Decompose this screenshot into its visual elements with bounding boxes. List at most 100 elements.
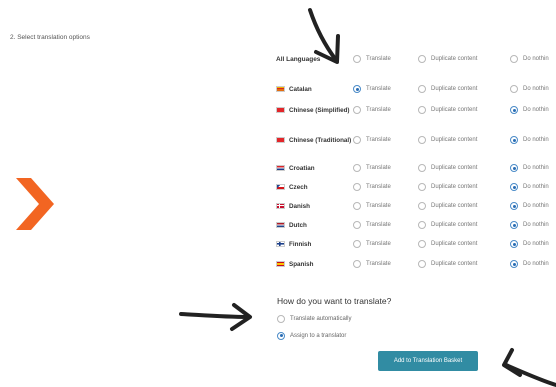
translate-automatically-radio[interactable]: [277, 314, 285, 323]
arrow-down-icon: [308, 8, 340, 64]
duplicate-radio[interactable]: [418, 106, 426, 114]
duplicate-radio[interactable]: [418, 85, 426, 93]
translate-radio[interactable]: [353, 106, 361, 114]
language-label: Czech: [276, 180, 352, 194]
do-nothing-radio[interactable]: [510, 106, 518, 114]
do-nothing-radio[interactable]: [510, 183, 518, 191]
flag-icon: [276, 203, 285, 209]
duplicate-radio[interactable]: [418, 240, 426, 248]
option-label: Translate: [366, 261, 391, 267]
option-label: Duplicate content: [431, 261, 478, 267]
translate-option[interactable]: Translate: [353, 199, 391, 213]
do-nothing-option[interactable]: Do nothin: [510, 199, 549, 213]
flag-icon: [276, 137, 285, 143]
duplicate-radio[interactable]: [418, 202, 426, 210]
do-nothing-option[interactable]: Do nothin: [510, 133, 549, 147]
option-label: Translate: [366, 86, 391, 92]
duplicate-option[interactable]: Duplicate content: [418, 180, 477, 194]
all-duplicate-radio[interactable]: [418, 55, 426, 63]
option-label: Translate: [366, 203, 391, 209]
do-nothing-radio[interactable]: [510, 260, 518, 268]
option-label: Do nothin: [523, 241, 549, 247]
language-label: Chinese (Traditional): [276, 133, 352, 147]
option-label: Do nothin: [523, 86, 549, 92]
option-label: Translate: [366, 56, 391, 62]
option-label: Do nothin: [523, 261, 549, 267]
translate-radio[interactable]: [353, 221, 361, 229]
option-label: Duplicate content: [431, 184, 478, 190]
translate-option[interactable]: Translate: [353, 237, 391, 251]
duplicate-radio[interactable]: [418, 183, 426, 191]
flag-icon: [276, 165, 285, 171]
language-name: Danish: [289, 202, 310, 210]
option-label: Translate: [366, 165, 391, 171]
duplicate-option[interactable]: Duplicate content: [418, 103, 477, 117]
flag-icon: [276, 241, 285, 247]
flag-icon: [276, 107, 285, 113]
do-nothing-option[interactable]: Do nothin: [510, 257, 549, 271]
translate-option[interactable]: Translate: [353, 180, 391, 194]
duplicate-option[interactable]: Duplicate content: [418, 161, 477, 175]
language-name: Croatian: [289, 164, 315, 172]
option-label: Do nothin: [523, 56, 549, 62]
do-nothing-option[interactable]: Do nothin: [510, 180, 549, 194]
option-label: Do nothin: [523, 107, 549, 113]
translate-radio[interactable]: [353, 164, 361, 172]
do-nothing-radio[interactable]: [510, 85, 518, 93]
option-label: Translate: [366, 241, 391, 247]
do-nothing-radio[interactable]: [510, 202, 518, 210]
translate-option[interactable]: Translate: [353, 257, 391, 271]
option-label: Duplicate content: [431, 107, 478, 113]
assign-translator-radio[interactable]: [277, 331, 285, 340]
do-nothing-option[interactable]: Do nothin: [510, 82, 549, 96]
duplicate-radio[interactable]: [418, 164, 426, 172]
duplicate-option[interactable]: Duplicate content: [418, 82, 477, 96]
all-translate-option[interactable]: Translate: [353, 52, 391, 66]
all-translate-radio[interactable]: [353, 55, 361, 63]
translate-option[interactable]: Translate: [353, 103, 391, 117]
option-label: Duplicate content: [431, 165, 478, 171]
add-to-translation-basket-button[interactable]: Add to Translation Basket: [378, 351, 478, 371]
translate-automatically-option[interactable]: Translate automatically: [277, 313, 351, 324]
do-nothing-option[interactable]: Do nothin: [510, 237, 549, 251]
duplicate-option[interactable]: Duplicate content: [418, 257, 477, 271]
translate-radio[interactable]: [353, 85, 361, 93]
translate-radio[interactable]: [353, 240, 361, 248]
option-label: Duplicate content: [431, 86, 478, 92]
do-nothing-option[interactable]: Do nothin: [510, 218, 549, 232]
translate-option[interactable]: Translate: [353, 218, 391, 232]
option-label: Do nothin: [523, 137, 549, 143]
do-nothing-radio[interactable]: [510, 164, 518, 172]
duplicate-radio[interactable]: [418, 221, 426, 229]
language-name: Finnish: [289, 240, 312, 248]
language-label: Chinese (Simplified): [276, 103, 352, 117]
translate-option[interactable]: Translate: [353, 82, 391, 96]
translate-radio[interactable]: [353, 136, 361, 144]
flag-icon: [276, 86, 285, 92]
duplicate-option[interactable]: Duplicate content: [418, 199, 477, 213]
duplicate-radio[interactable]: [418, 260, 426, 268]
assign-translator-option[interactable]: Assign to a translator: [277, 330, 346, 341]
duplicate-option[interactable]: Duplicate content: [418, 218, 477, 232]
do-nothing-radio[interactable]: [510, 221, 518, 229]
assign-translator-label: Assign to a translator: [290, 332, 347, 339]
option-label: Translate: [366, 107, 391, 113]
translate-radio[interactable]: [353, 260, 361, 268]
all-duplicate-option[interactable]: Duplicate content: [418, 52, 477, 66]
do-nothing-option[interactable]: Do nothin: [510, 161, 549, 175]
translate-option[interactable]: Translate: [353, 133, 391, 147]
translate-radio[interactable]: [353, 202, 361, 210]
duplicate-option[interactable]: Duplicate content: [418, 133, 477, 147]
all-do-nothing-radio[interactable]: [510, 55, 518, 63]
all-do-nothing-option[interactable]: Do nothin: [510, 52, 549, 66]
duplicate-radio[interactable]: [418, 136, 426, 144]
do-nothing-option[interactable]: Do nothin: [510, 103, 549, 117]
arrow-left-icon: [502, 348, 556, 387]
do-nothing-radio[interactable]: [510, 136, 518, 144]
language-label: Danish: [276, 199, 352, 213]
translate-radio[interactable]: [353, 183, 361, 191]
translate-method-question: How do you want to translate?: [277, 296, 392, 306]
do-nothing-radio[interactable]: [510, 240, 518, 248]
translate-option[interactable]: Translate: [353, 161, 391, 175]
duplicate-option[interactable]: Duplicate content: [418, 237, 477, 251]
